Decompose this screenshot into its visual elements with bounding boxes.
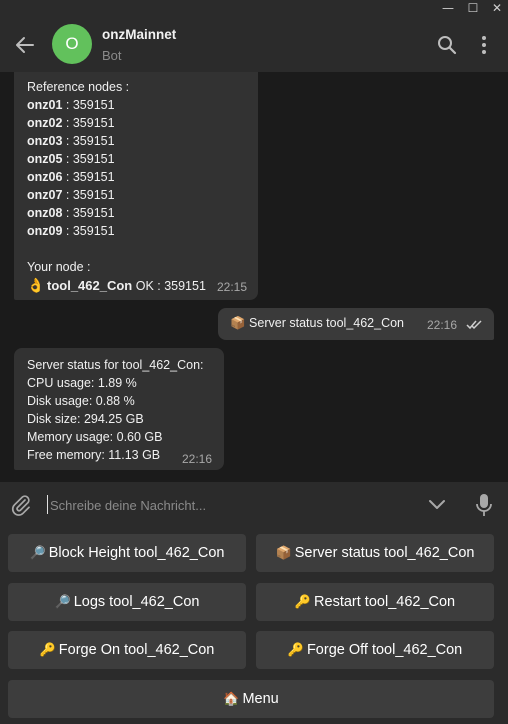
restart-button[interactable]: 🔑 Restart tool_462_Con (256, 583, 494, 621)
node-row: onz08 : 359151 (27, 204, 206, 222)
message-heading: Reference nodes : (27, 80, 130, 94)
node-value: : 359151 (62, 98, 115, 112)
your-node-row: 👌 tool_462_Con OK : 359151 (27, 276, 206, 294)
server-status-button[interactable]: 📦 Server status tool_462_Con (256, 534, 494, 572)
back-arrow-icon[interactable] (14, 34, 36, 56)
button-label: Block Height tool_462_Con (48, 545, 225, 561)
node-value: : 359151 (62, 152, 115, 166)
logs-button[interactable]: 🔎 Logs tool_462_Con (8, 583, 246, 621)
status-line: Server status for tool_462_Con: (27, 358, 204, 372)
maximize-button[interactable]: ☐ (463, 0, 483, 16)
search-icon[interactable] (437, 35, 457, 55)
key-icon: 🔑 (39, 642, 56, 657)
message-composer (0, 482, 508, 528)
minimize-button[interactable]: — (438, 0, 458, 16)
message-time: 22:16 (182, 452, 213, 466)
your-node-label: Your node : (27, 260, 91, 274)
message-body: Server status tool_462_Con (245, 316, 405, 330)
avatar[interactable]: O (52, 24, 92, 64)
menu-button[interactable]: 🏠 Menu (8, 680, 494, 718)
message-input[interactable] (50, 495, 410, 515)
status-line: Memory usage: 0.60 GB (27, 430, 163, 444)
button-label: Logs tool_462_Con (73, 594, 200, 610)
button-label: Forge Off tool_462_Con (306, 642, 463, 658)
ok-hand-icon: 👌 (27, 277, 45, 293)
microphone-icon[interactable] (474, 493, 494, 517)
magnifier-icon: 🔎 (54, 594, 71, 609)
node-row: onz09 : 359151 (27, 222, 206, 240)
house-icon: 🏠 (223, 691, 240, 706)
message-time: 22:15 (216, 280, 247, 294)
bot-keyboard: 🔎 Block Height tool_462_Con 📦 Server statu… (0, 528, 508, 724)
node-row: onz03 : 359151 (27, 132, 206, 150)
message-text: 📦 Server status tool_462_Con (230, 316, 404, 331)
node-value: : 359151 (62, 170, 115, 184)
node-row: onz07 : 359151 (27, 186, 206, 204)
your-node-name: tool_462_Con (47, 278, 133, 293)
button-label: Restart tool_462_Con (314, 594, 456, 610)
node-value: : 359151 (62, 188, 115, 202)
chat-header: O onzMainnet Bot (0, 16, 508, 72)
button-label: Menu (242, 691, 279, 707)
your-node-status: OK : 359151 (132, 279, 206, 293)
key-icon: 🔑 (294, 594, 312, 609)
paperclip-icon[interactable] (10, 494, 32, 516)
close-button[interactable]: ✕ (487, 0, 507, 16)
forge-off-button[interactable]: 🔑 Forge Off tool_462_Con (256, 631, 494, 669)
node-value: : 359151 (62, 206, 115, 220)
node-value: : 359151 (62, 134, 115, 148)
package-icon: 📦 (275, 545, 292, 560)
node-name: onz08 (27, 206, 63, 220)
chevron-down-icon[interactable] (428, 498, 446, 512)
node-row: onz02 : 359151 (27, 114, 206, 132)
magnifier-icon: 🔎 (29, 545, 46, 560)
node-name: onz03 (27, 134, 63, 148)
node-row: onz01 : 359151 (27, 96, 206, 114)
node-name: onz01 (27, 98, 63, 112)
node-name: onz09 (27, 224, 63, 238)
node-name: onz07 (27, 188, 63, 202)
node-name: onz05 (27, 152, 63, 166)
key-icon: 🔑 (287, 642, 304, 657)
block-height-button[interactable]: 🔎 Block Height tool_462_Con (8, 534, 246, 572)
more-vertical-icon[interactable] (478, 35, 490, 55)
button-label: Forge On tool_462_Con (58, 642, 215, 658)
node-value: : 359151 (62, 116, 115, 130)
incoming-message-reference-nodes[interactable]: Reference nodes : onz01 : 359151 onz02 :… (14, 72, 258, 300)
node-name: onz06 (27, 170, 63, 184)
node-value: : 359151 (62, 224, 115, 238)
incoming-message-server-status[interactable]: Server status for tool_462_Con: CPU usag… (14, 348, 224, 470)
message-list[interactable]: Reference nodes : onz01 : 359151 onz02 :… (0, 72, 508, 482)
double-check-icon (466, 320, 482, 330)
chat-title[interactable]: onzMainnet (102, 27, 176, 42)
status-line: CPU usage: 1.89 % (27, 376, 137, 390)
node-row: onz06 : 359151 (27, 168, 206, 186)
outgoing-message-server-status[interactable]: 📦 Server status tool_462_Con 22:16 (218, 308, 494, 340)
message-time: 22:16 (427, 318, 458, 332)
window-titlebar: — ☐ ✕ (0, 0, 508, 16)
status-line: Disk usage: 0.88 % (27, 394, 135, 408)
status-line: Free memory: 11.13 GB (27, 448, 161, 462)
chat-subtitle: Bot (102, 48, 122, 63)
button-label: Server status tool_462_Con (294, 545, 475, 561)
node-row: onz05 : 359151 (27, 150, 206, 168)
node-name: onz02 (27, 116, 63, 130)
status-line: Disk size: 294.25 GB (27, 412, 144, 426)
text-caret (47, 495, 48, 514)
forge-on-button[interactable]: 🔑 Forge On tool_462_Con (8, 631, 246, 669)
package-icon: 📦 (230, 316, 246, 330)
